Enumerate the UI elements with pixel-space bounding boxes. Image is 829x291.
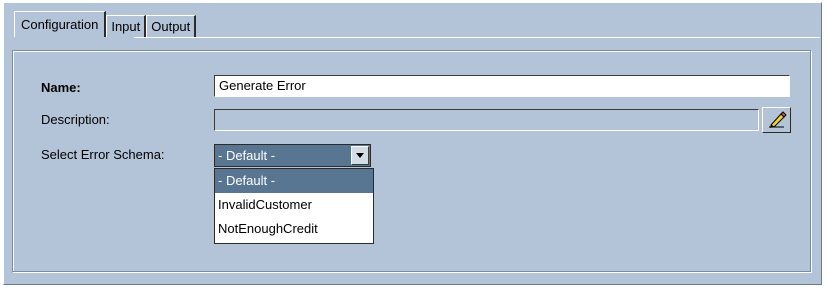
dropdown-option-not-enough-credit[interactable]: NotEnoughCredit xyxy=(215,217,373,241)
schema-label: Select Error Schema: xyxy=(41,147,165,162)
error-schema-select[interactable]: - Default - xyxy=(214,144,371,167)
dropdown-option-invalid-customer[interactable]: InvalidCustomer xyxy=(215,193,373,217)
name-field[interactable]: Generate Error xyxy=(214,75,790,97)
tab-strip: Configuration Input Output xyxy=(14,11,197,37)
description-field[interactable] xyxy=(214,109,759,131)
error-schema-selected-value: - Default - xyxy=(218,148,276,163)
tab-configuration[interactable]: Configuration xyxy=(14,11,107,37)
dropdown-option-default[interactable]: - Default - xyxy=(215,169,373,193)
tab-output[interactable]: Output xyxy=(146,15,197,37)
edit-description-button[interactable] xyxy=(762,107,791,133)
description-label: Description: xyxy=(41,112,110,127)
name-label: Name: xyxy=(41,80,81,95)
chevron-down-icon[interactable] xyxy=(351,146,369,165)
tab-input[interactable]: Input xyxy=(106,15,147,37)
error-schema-dropdown-list: - Default - InvalidCustomer NotEnoughCre… xyxy=(214,168,374,244)
tab-divider xyxy=(134,37,820,38)
pencil-icon xyxy=(769,111,787,128)
configuration-window: Configuration Input Output Name: Generat… xyxy=(3,2,822,285)
